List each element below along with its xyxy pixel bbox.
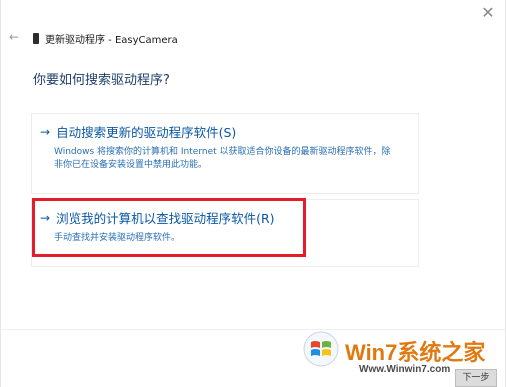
browse-computer-description: 手动查找并安装驱动程序软件。 <box>54 233 181 243</box>
right-arrow-icon: → <box>40 124 51 139</box>
back-arrow-icon[interactable]: ← <box>7 30 21 44</box>
auto-search-description: Windows 将搜索你的计算机和 Internet 以获取适合你设备的最新驱动… <box>54 147 391 170</box>
page-heading: 你要如何搜索驱动程序? <box>33 73 170 88</box>
watermark-url: Www.Winwin7.com <box>359 364 451 375</box>
browse-computer-title: → 浏览我的计算机以查找驱动程序软件(R) <box>40 208 412 227</box>
device-icon <box>33 33 39 44</box>
watermark: Win7系统之家 Www.Winwin7.com 下一步 <box>295 323 505 387</box>
dialog-title-text: 更新驱动程序 - EasyCamera <box>45 35 178 46</box>
dialog-title: 更新驱动程序 - EasyCamera <box>33 31 178 46</box>
auto-search-title: → 自动搜索更新的驱动程序软件(S) <box>40 122 412 141</box>
watermark-text: Win7系统之家 <box>345 340 486 365</box>
browse-computer-option[interactable]: → 浏览我的计算机以查找驱动程序软件(R) 手动查找并安装驱动程序软件。 <box>31 199 419 267</box>
dialog-window: ✕ ← 更新驱动程序 - EasyCamera 你要如何搜索驱动程序? → 自动… <box>0 0 506 387</box>
right-arrow-icon: → <box>40 210 51 225</box>
browse-computer-label: 浏览我的计算机以查找驱动程序软件(R) <box>56 211 275 226</box>
next-button[interactable]: 下一步 <box>455 369 497 387</box>
auto-search-option[interactable]: → 自动搜索更新的驱动程序软件(S) Windows 将搜索你的计算机和 Int… <box>31 113 419 194</box>
windows-flag-icon <box>303 331 339 367</box>
auto-search-label: 自动搜索更新的驱动程序软件(S) <box>56 125 237 140</box>
close-icon[interactable]: ✕ <box>479 4 497 22</box>
